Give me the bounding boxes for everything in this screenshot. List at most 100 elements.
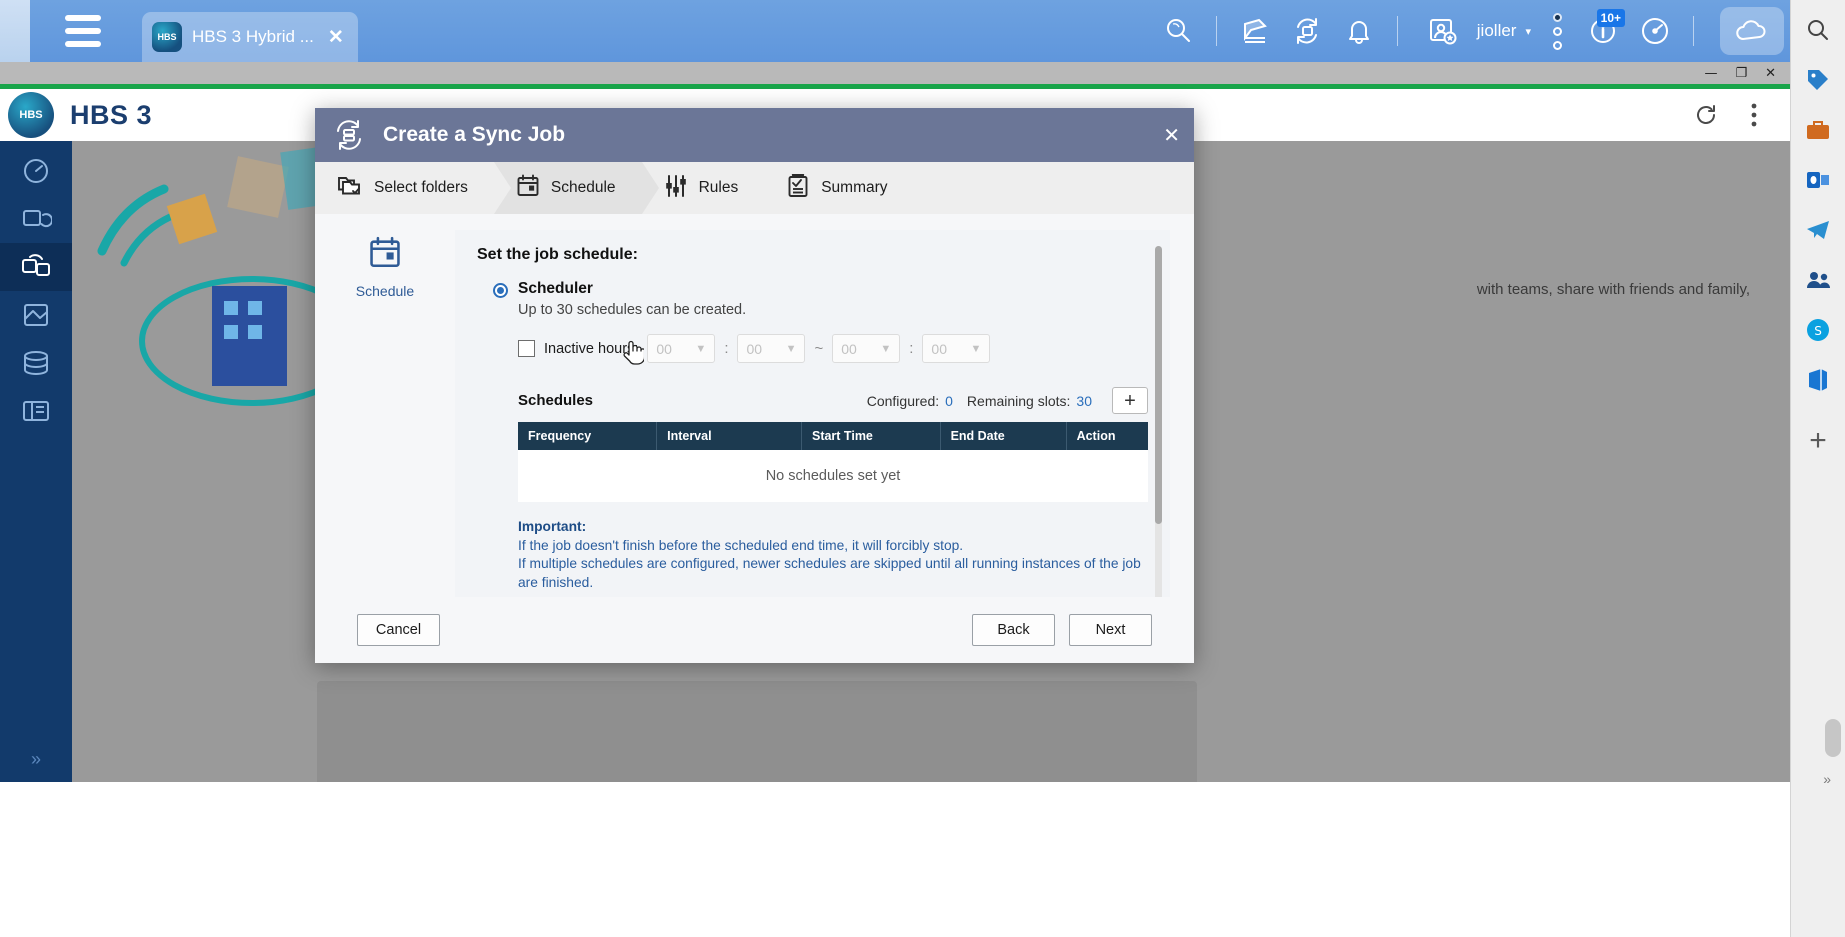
configured-label: Configured:: [866, 392, 940, 409]
inactive-end-hour-select[interactable]: 00 ▼: [832, 334, 901, 363]
step-schedule[interactable]: Schedule: [493, 162, 659, 214]
right-rail: S + »: [1790, 0, 1845, 937]
search-icon[interactable]: [1152, 5, 1204, 57]
step-label: Summary: [821, 179, 888, 196]
telegram-icon[interactable]: [1796, 208, 1840, 252]
briefcase-icon[interactable]: [1796, 108, 1840, 152]
window-controls: — ❐ ✕: [0, 62, 1790, 84]
step-indicator-label: Schedule: [355, 283, 415, 299]
app-header-actions: [1686, 95, 1790, 135]
schedules-header: Schedules Configured: 0 Remaining slots:…: [518, 387, 1148, 414]
app-logo: HBS: [8, 92, 54, 138]
chevron-right-icon[interactable]: »: [1823, 771, 1831, 787]
app-bottom-strip: [0, 782, 1790, 937]
add-app-button[interactable]: +: [1809, 426, 1827, 456]
page-title: HBS 3: [70, 99, 153, 130]
inactive-end-minute-select[interactable]: 00 ▼: [922, 334, 991, 363]
office-icon[interactable]: [1796, 358, 1840, 402]
step-summary[interactable]: Summary: [764, 162, 913, 214]
info-badge: 10+: [1596, 9, 1625, 27]
folder-check-icon: [337, 174, 363, 203]
step-indicator: Schedule: [315, 214, 455, 597]
close-icon[interactable]: ✕: [1163, 125, 1180, 145]
scheduler-label: Scheduler: [518, 280, 593, 297]
tab-strip: HBS HBS 3 Hybrid ... ✕: [142, 0, 358, 62]
important-line-2: If multiple schedules are configured, ne…: [518, 556, 1141, 572]
scheduler-radio[interactable]: [493, 283, 508, 298]
tab-close-icon[interactable]: ✕: [328, 26, 344, 49]
contacts-icon[interactable]: [1796, 258, 1840, 302]
outlook-icon[interactable]: [1796, 158, 1840, 202]
sliders-icon: [664, 174, 688, 203]
time-colon: :: [909, 340, 914, 357]
inactive-start-minute-select[interactable]: 00 ▼: [737, 334, 806, 363]
add-schedule-button[interactable]: +: [1112, 387, 1148, 414]
vertical-dots-icon[interactable]: [1734, 95, 1774, 135]
inactive-start-hour-select[interactable]: 00 ▼: [647, 334, 716, 363]
step-rules[interactable]: Rules: [642, 162, 765, 214]
cloud-icon[interactable]: [1720, 7, 1784, 55]
cancel-button[interactable]: Cancel: [357, 614, 440, 646]
important-note: Important: If the job doesn't finish bef…: [518, 518, 1148, 593]
clipboard-check-icon: [786, 173, 810, 203]
calendar-icon: [368, 236, 402, 275]
step-label: Select folders: [374, 179, 468, 196]
toolbar-divider: [1215, 16, 1217, 46]
important-heading: Important:: [518, 519, 587, 534]
important-line-3: are finished.: [518, 574, 594, 590]
browser-tab[interactable]: HBS HBS 3 Hybrid ... ✕: [142, 12, 358, 62]
back-button[interactable]: Back: [972, 614, 1055, 646]
table-empty-row: No schedules set yet: [518, 450, 1148, 502]
time-range-separator: ~: [814, 340, 824, 357]
sidebar-item-storage[interactable]: [0, 339, 72, 387]
panel-title: Set the job schedule:: [477, 246, 638, 263]
sidebar-item-backup[interactable]: [0, 195, 72, 243]
sidebar-item-overview[interactable]: [0, 147, 72, 195]
user-menu[interactable]: jioller ▾: [1410, 5, 1537, 57]
minimize-button[interactable]: —: [1704, 66, 1717, 81]
remaining-label: Remaining slots:: [966, 392, 1071, 409]
select-value: 00: [931, 340, 947, 357]
close-button[interactable]: ✕: [1765, 66, 1776, 81]
step-select-folders[interactable]: Select folders: [315, 162, 494, 214]
panel-scrollbar-thumb[interactable]: [1155, 246, 1162, 524]
next-button[interactable]: Next: [1069, 614, 1152, 646]
scanner-icon[interactable]: [1229, 5, 1281, 57]
maximize-button[interactable]: ❐: [1735, 66, 1747, 81]
sidebar-item-restore[interactable]: [0, 291, 72, 339]
app-sidebar: »: [0, 141, 72, 782]
search-icon[interactable]: [1796, 8, 1840, 52]
info-icon[interactable]: 10+: [1577, 5, 1629, 57]
sidebar-item-logs[interactable]: [0, 387, 72, 435]
dialog-body: Schedule Set the job schedule: Scheduler…: [315, 214, 1194, 597]
schedules-counters: Configured: 0 Remaining slots: 30 +: [867, 387, 1148, 414]
chevron-down-icon: ▼: [880, 342, 892, 355]
remaining-value: 30: [1076, 392, 1092, 409]
scheduler-description: Up to 30 schedules can be created.: [518, 302, 747, 318]
speedometer-icon[interactable]: [1629, 5, 1681, 57]
sync-job-icon: [329, 115, 369, 155]
sidebar-collapse-icon[interactable]: »: [31, 749, 41, 782]
column-start-time: Start Time: [801, 422, 941, 450]
vertical-dots-icon[interactable]: [1537, 12, 1577, 50]
create-sync-job-dialog: Create a Sync Job ✕ Select folders Sched…: [315, 108, 1194, 663]
important-line-1: If the job doesn't finish before the sch…: [518, 537, 964, 553]
tab-favicon-icon: HBS: [152, 22, 182, 52]
chevron-down-icon: ▼: [695, 342, 707, 355]
inactive-hours-checkbox[interactable]: [518, 340, 535, 357]
refresh-icon[interactable]: [1686, 95, 1726, 135]
sidebar-item-sync[interactable]: [0, 243, 72, 291]
sync-icon[interactable]: [1281, 5, 1333, 57]
table-header-row: Frequency Interval Start Time End Date A…: [518, 422, 1148, 450]
dialog-footer: Cancel Back Next: [315, 597, 1194, 663]
select-value: 00: [656, 340, 672, 357]
tag-icon[interactable]: [1796, 58, 1840, 102]
empty-message: No schedules set yet: [518, 450, 1148, 502]
rail-scrollbar[interactable]: [1825, 719, 1841, 757]
bell-icon[interactable]: [1333, 5, 1385, 57]
step-label: Schedule: [550, 179, 616, 196]
hamburger-menu-icon[interactable]: [60, 15, 106, 47]
skype-icon[interactable]: S: [1796, 308, 1840, 352]
scheduler-option[interactable]: Scheduler: [493, 280, 1148, 298]
column-action: Action: [1066, 422, 1148, 450]
